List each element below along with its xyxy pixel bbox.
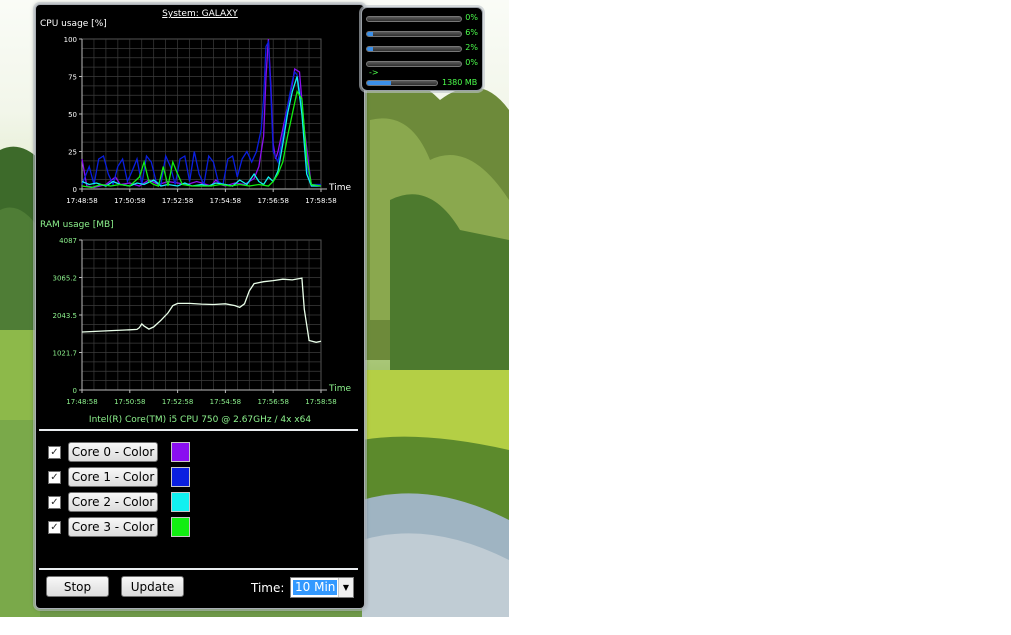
- cpu-info-label: Intel(R) Core(TM) i5 CPU 750 @ 2.67GHz /…: [88, 415, 312, 425]
- time-axis-label: Time: [328, 384, 351, 394]
- time-range-value: 10 Min: [293, 580, 338, 595]
- core-row-2: ✓ Core 2 - Color: [48, 491, 190, 513]
- mini-core-3-value: 0%: [465, 58, 478, 67]
- core-row-0: ✓ Core 0 - Color: [48, 441, 190, 463]
- system-name-title[interactable]: System: GALAXY: [36, 9, 364, 19]
- mini-core-1-bar: [366, 31, 462, 37]
- y-tick-label: 4087: [59, 237, 77, 245]
- y-tick-label: 25: [68, 149, 77, 157]
- x-tick-label: 17:48:58: [66, 398, 97, 406]
- x-tick-label: 17:52:58: [162, 398, 193, 406]
- mini-core-row-2: 2%: [366, 43, 478, 56]
- y-tick-label: 2043.5: [53, 312, 78, 320]
- mini-ram-bar: [366, 80, 438, 86]
- mini-core-1-value: 6%: [465, 28, 478, 37]
- core-2-checkbox[interactable]: ✓: [48, 495, 61, 509]
- y-tick-label: 1021.7: [53, 350, 78, 358]
- cpu-usage-chart: 100 75 50 25 0 17:48:58 17:50:58 17:52:58 17:54:…: [64, 36, 352, 205]
- y-tick-label: 0: [73, 186, 77, 194]
- y-tick-label: 3065.2: [53, 275, 78, 283]
- mini-ram-value: 1380 MB: [442, 78, 478, 87]
- x-tick-label: 17:52:58: [162, 197, 193, 205]
- core-0-color-button[interactable]: Core 0 - Color: [68, 442, 158, 462]
- time-range-select[interactable]: 10 Min ▼: [290, 577, 354, 598]
- x-tick-label: 17:56:58: [257, 398, 288, 406]
- mini-arrow-label: ->: [369, 68, 379, 77]
- ram-chart-title: RAM usage [MB]: [40, 220, 114, 230]
- x-tick-label: 17:58:58: [305, 197, 336, 205]
- core-3-color-button[interactable]: Core 3 - Color: [68, 517, 158, 537]
- x-tick-label: 17:48:58: [66, 197, 97, 205]
- y-tick-label: 0: [73, 387, 77, 395]
- x-tick-label: 17:54:58: [210, 197, 241, 205]
- core-0-checkbox[interactable]: ✓: [48, 445, 61, 459]
- chevron-down-icon[interactable]: ▼: [338, 578, 353, 597]
- mini-core-row-0: 0%: [366, 13, 478, 26]
- mini-core-0-value: 0%: [465, 13, 478, 22]
- y-tick-label: 75: [68, 74, 77, 82]
- core-row-1: ✓ Core 1 - Color: [48, 466, 190, 488]
- time-label: Time:: [251, 581, 285, 595]
- core-0-color-swatch[interactable]: [171, 442, 190, 462]
- core-2-color-swatch[interactable]: [171, 492, 190, 512]
- core-1-color-swatch[interactable]: [171, 467, 190, 487]
- divider: [39, 568, 358, 570]
- update-button[interactable]: Update: [121, 576, 184, 597]
- y-tick-label: 100: [64, 36, 77, 44]
- core-3-checkbox[interactable]: ✓: [48, 520, 61, 534]
- mini-core-1-fill: [367, 32, 373, 36]
- system-monitor-gadget: System: GALAXY CPU usage [%] 100 75 50 25 0 1…: [35, 4, 365, 609]
- y-tick-label: 50: [68, 111, 77, 119]
- x-tick-label: 17:56:58: [257, 197, 288, 205]
- core-3-color-swatch[interactable]: [171, 517, 190, 537]
- x-tick-label: 17:54:58: [210, 398, 241, 406]
- time-axis-label: Time: [328, 183, 351, 193]
- ram-usage-chart: 4087 3065.2 2043.5 1021.7 0 17:48:58 17:50:58 1…: [53, 237, 352, 406]
- mini-core-3-bar: [366, 61, 462, 67]
- cpu-chart-title: CPU usage [%]: [40, 19, 107, 29]
- x-tick-label: 17:58:58: [305, 398, 336, 406]
- mini-ram-fill: [367, 81, 391, 85]
- mini-core-2-bar: [366, 46, 462, 52]
- core-1-checkbox[interactable]: ✓: [48, 470, 61, 484]
- core-2-color-button[interactable]: Core 2 - Color: [68, 492, 158, 512]
- x-tick-label: 17:50:58: [114, 197, 145, 205]
- x-tick-label: 17:50:58: [114, 398, 145, 406]
- divider: [39, 429, 358, 431]
- mini-core-0-bar: [366, 16, 462, 22]
- mini-meter-gadget: 0% 6% 2% 0% -> 1380 MB: [361, 7, 483, 91]
- core-1-color-button[interactable]: Core 1 - Color: [68, 467, 158, 487]
- mini-core-2-fill: [367, 47, 373, 51]
- mini-core-row-3: 0%: [366, 58, 478, 71]
- mini-core-row-1: 6%: [366, 28, 478, 41]
- stop-button[interactable]: Stop: [46, 576, 109, 597]
- core-row-3: ✓ Core 3 - Color: [48, 516, 190, 538]
- mini-core-2-value: 2%: [465, 43, 478, 52]
